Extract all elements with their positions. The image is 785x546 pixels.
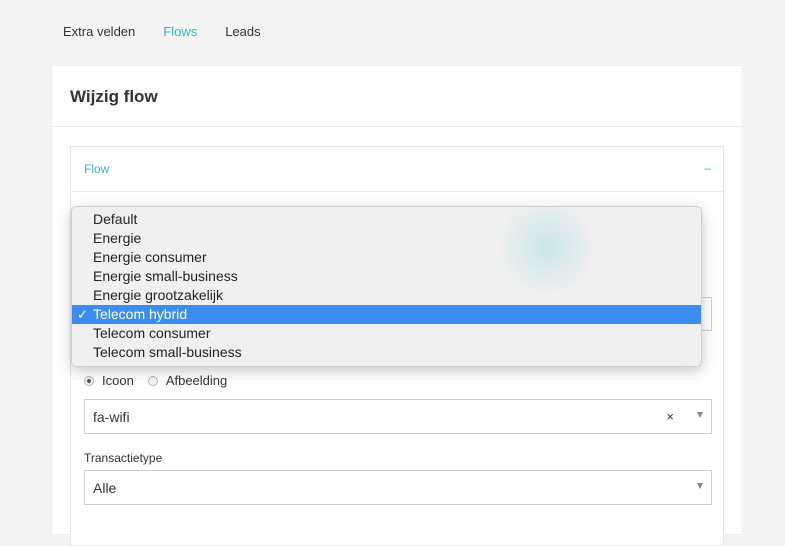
transaction-type-label: Transactietype [84, 451, 163, 465]
panel-header[interactable]: Flow – [71, 147, 723, 192]
panel-title: Flow [84, 162, 110, 176]
transaction-type-select[interactable]: Alle [84, 470, 712, 505]
radio-icon-button[interactable] [84, 375, 94, 386]
clear-icon[interactable]: × [666, 409, 674, 424]
radio-option-icon[interactable]: Icoon [84, 373, 134, 388]
option-label: Energie consumer [93, 249, 207, 265]
collapse-toggle[interactable]: – [704, 161, 711, 175]
top-nav: Extra velden Flows Leads [63, 24, 289, 39]
nav-flows[interactable]: Flows [163, 24, 197, 39]
option-label: Default [93, 211, 138, 227]
media-type-radio-group: Icoon Afbeelding [84, 373, 241, 388]
nav-extra-velden[interactable]: Extra velden [63, 24, 135, 39]
radio-image-button[interactable] [147, 375, 158, 386]
nav-leads[interactable]: Leads [225, 24, 260, 39]
dropdown-option-energie-consumer[interactable]: Energie consumer [72, 248, 701, 267]
chevron-down-icon[interactable] [697, 412, 703, 418]
flow-type-dropdown: Default Energie Energie consumer Energie… [71, 206, 702, 367]
chevron-down-icon[interactable] [697, 483, 703, 489]
option-label: Energie [93, 230, 142, 246]
option-label: Telecom consumer [93, 325, 211, 341]
checkmark-icon: ✓ [77, 307, 88, 322]
radio-icon-label: Icoon [102, 373, 134, 388]
dropdown-option-energie-grootzakelijk[interactable]: Energie grootzakelijk [72, 286, 701, 305]
dropdown-option-default[interactable]: Default [72, 210, 701, 229]
option-label: Telecom hybrid [93, 306, 188, 322]
radio-image-label: Afbeelding [165, 373, 228, 388]
icon-select[interactable]: fa-wifi × [84, 399, 712, 434]
option-label: Telecom small-business [93, 344, 242, 360]
dropdown-option-energie-small-business[interactable]: Energie small-business [72, 267, 701, 286]
radio-option-image[interactable]: Afbeelding [147, 373, 228, 388]
transaction-type-value: Alle [93, 480, 117, 496]
page-title: Wijzig flow [52, 66, 742, 127]
icon-select-value: fa-wifi [93, 409, 130, 425]
option-label: Energie grootzakelijk [93, 287, 223, 303]
dropdown-option-telecom-consumer[interactable]: Telecom consumer [72, 324, 701, 343]
dropdown-option-telecom-small-business[interactable]: Telecom small-business [72, 343, 701, 362]
dropdown-option-telecom-hybrid[interactable]: ✓ Telecom hybrid [72, 305, 701, 324]
option-label: Energie small-business [93, 268, 238, 284]
dropdown-option-energie[interactable]: Energie [72, 229, 701, 248]
